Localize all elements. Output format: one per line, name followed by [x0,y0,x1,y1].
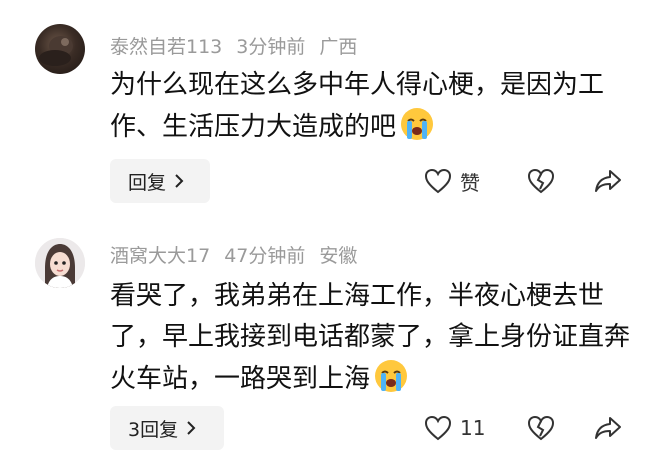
broken-heart-icon [527,415,555,441]
username[interactable]: 酒窝大大17 [110,245,210,267]
reply-label: 3回复 [128,418,179,441]
share-button[interactable] [594,159,622,203]
username[interactable]: 泰然自若113 [110,36,222,58]
like-button[interactable]: 11 [424,406,485,450]
comment-item: 酒窝大大17 47分钟前 安徽 看哭了，我弟弟在上海工作，半夜心梗去世了，早上我接到… [0,218,660,461]
chevron-right-icon [186,420,196,436]
crying-face-icon [399,106,435,142]
heart-outline-icon [424,415,452,441]
timestamp: 47分钟前 [224,245,306,267]
share-arrow-icon [594,415,622,441]
dislike-button[interactable] [527,406,555,450]
comment-actions: 赞 [420,159,640,203]
avatar[interactable] [35,238,85,288]
comment-text-content: 看哭了，我弟弟在上海工作，半夜心梗去世了，早上我接到电话都蒙了，拿上身份证直奔火… [110,281,631,394]
timestamp: 3分钟前 [236,36,306,58]
like-label: 赞 [460,170,480,195]
like-button[interactable]: 赞 [424,159,480,203]
comment-text: 看哭了，我弟弟在上海工作，半夜心梗去世了，早上我接到电话都蒙了，拿上身份证直奔火… [110,276,630,400]
broken-heart-icon [527,168,555,194]
comment-text: 为什么现在这么多中年人得心梗，是因为工作、生活压力大造成的吧 [110,65,630,148]
location: 安徽 [319,245,358,267]
reply-label: 回复 [128,171,167,194]
comment-text-content: 为什么现在这么多中年人得心梗，是因为工作、生活压力大造成的吧 [110,70,605,142]
avatar[interactable] [35,24,85,74]
avatar-image [39,36,73,66]
reply-button[interactable]: 3回复 [110,406,224,450]
heart-outline-icon [424,168,452,194]
like-count: 11 [460,416,486,440]
chevron-right-icon [174,173,184,189]
comment-meta: 酒窝大大17 47分钟前 安徽 [110,241,371,268]
share-button[interactable] [594,406,622,450]
comment-item: 泰然自若113 3分钟前 广西 为什么现在这么多中年人得心梗，是因为工作、生活压力大… [0,0,660,218]
comment-actions: 11 [420,406,640,450]
crying-face-icon [373,358,409,394]
location: 广西 [319,36,358,58]
share-arrow-icon [594,168,622,194]
avatar-image [35,238,85,288]
comment-meta: 泰然自若113 3分钟前 广西 [110,32,371,59]
dislike-button[interactable] [527,159,555,203]
reply-button[interactable]: 回复 [110,159,210,203]
